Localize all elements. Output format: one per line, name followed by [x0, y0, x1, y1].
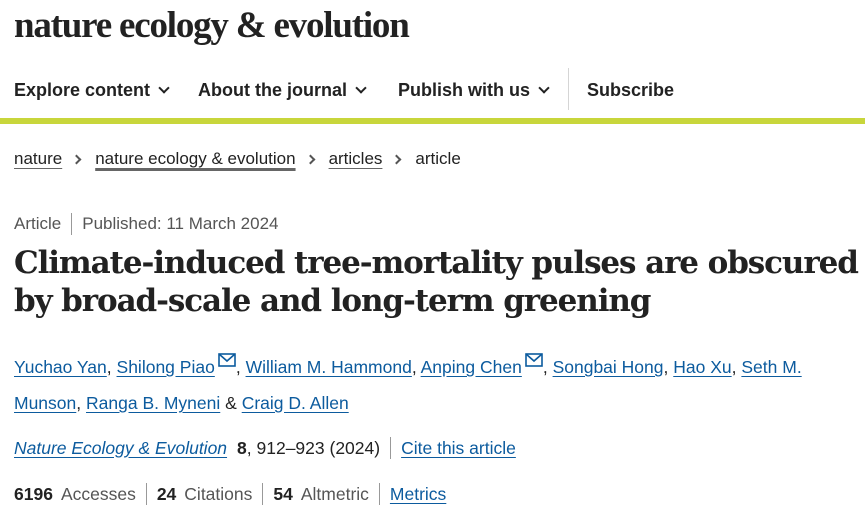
- article-type: Article: [14, 214, 62, 233]
- chevron-right-icon: [71, 154, 82, 164]
- subscribe-link[interactable]: Subscribe: [587, 80, 674, 101]
- author-link[interactable]: William M. Hammond: [246, 357, 412, 377]
- accent-bar: [0, 118, 865, 124]
- chevron-down-icon: [355, 81, 367, 94]
- chevron-right-icon: [305, 154, 316, 164]
- author-separator: ,: [411, 357, 417, 377]
- divider: [378, 483, 380, 505]
- nav-label: About the journal: [198, 79, 347, 100]
- chevron-down-icon: [538, 81, 550, 94]
- author-list: Yuchao Yan, Shilong Piao, William M. Ham…: [14, 349, 854, 421]
- journal-logo[interactable]: nature ecology & evolution: [14, 4, 410, 48]
- divider: [145, 483, 147, 505]
- divider: [71, 213, 73, 235]
- breadcrumb-articles[interactable]: articles: [329, 149, 383, 169]
- author-and: &: [225, 393, 237, 413]
- citations-label: Citations: [184, 483, 253, 504]
- accesses-label: Accesses: [60, 483, 136, 504]
- author-separator: ,: [235, 357, 241, 377]
- nav-label: Publish with us: [398, 79, 531, 100]
- cite-article-link[interactable]: Cite this article: [401, 438, 516, 459]
- breadcrumb: nature nature ecology & evolution articl…: [14, 149, 461, 169]
- author-link[interactable]: Yuchao Yan: [14, 357, 107, 377]
- nav-publish-with-us[interactable]: Publish with us: [398, 79, 550, 101]
- nav-about-journal[interactable]: About the journal: [198, 79, 367, 101]
- metrics-link[interactable]: Metrics: [390, 484, 446, 505]
- nav-divider: [568, 68, 569, 110]
- author-separator: ,: [663, 357, 669, 377]
- author-link[interactable]: Ranga B. Myneni: [86, 393, 220, 413]
- nav-label: Explore content: [14, 79, 151, 100]
- divider: [262, 483, 264, 505]
- publish-date: Published: 11 March 2024: [82, 214, 279, 233]
- author-separator: ,: [76, 393, 82, 413]
- author-link[interactable]: Hao Xu: [673, 357, 731, 377]
- breadcrumb-nature[interactable]: nature: [14, 149, 62, 169]
- altmetric-label: Altmetric: [300, 483, 369, 504]
- citations-count: 24: [156, 483, 177, 504]
- nav-explore-content[interactable]: Explore content: [14, 79, 170, 101]
- chevron-down-icon: [158, 81, 170, 94]
- mail-icon[interactable]: [218, 353, 236, 367]
- article-meta: Article Published: 11 March 2024: [14, 213, 279, 235]
- altmetric-count: 54: [273, 483, 293, 504]
- author-link[interactable]: Songbai Hong: [553, 357, 664, 377]
- divider: [390, 437, 392, 459]
- author-link[interactable]: Anping Chen: [421, 357, 522, 377]
- breadcrumb-journal[interactable]: nature ecology & evolution: [95, 149, 295, 169]
- author-separator: ,: [106, 357, 112, 377]
- accesses-count: 6196: [14, 483, 53, 504]
- author-link[interactable]: Shilong Piao: [117, 357, 215, 377]
- chevron-right-icon: [391, 154, 402, 164]
- journal-link[interactable]: Nature Ecology & Evolution: [14, 438, 227, 459]
- author-separator: ,: [731, 357, 737, 377]
- volume: 8: [237, 437, 247, 458]
- article-title: Climate-induced tree-mortality pulses ar…: [14, 245, 859, 319]
- citation-line: Nature Ecology & Evolution 8 , 912–923 (…: [14, 437, 516, 459]
- pages-year: , 912–923 (2024): [246, 437, 381, 458]
- breadcrumb-current: article: [415, 149, 461, 168]
- author-separator: ,: [542, 357, 548, 377]
- main-nav: Explore content About the journal Publis…: [0, 62, 865, 118]
- article-metrics: 6196 Accesses 24 Citations 54 Altmetric …: [14, 483, 446, 505]
- mail-icon[interactable]: [525, 353, 543, 367]
- author-link[interactable]: Craig D. Allen: [242, 393, 349, 413]
